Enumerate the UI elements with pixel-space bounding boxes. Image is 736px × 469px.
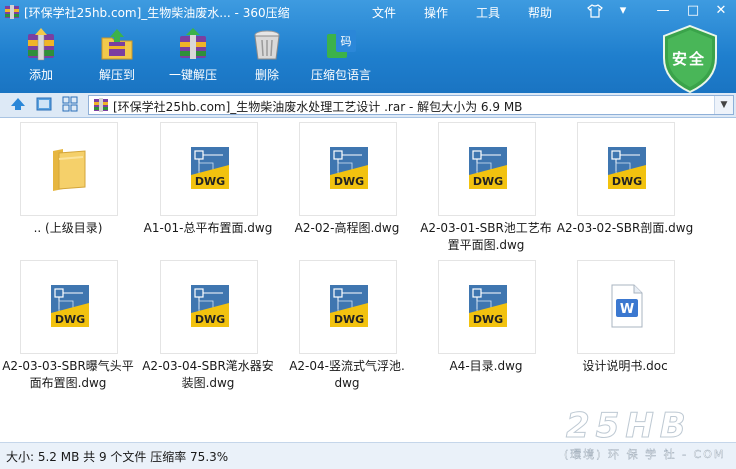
file-name: A2-02-高程图.dwg: [278, 220, 416, 237]
folder-icon: [53, 149, 86, 191]
chevron-down-icon[interactable]: ▼: [714, 96, 733, 114]
file-item[interactable]: DWG: [20, 260, 118, 354]
close-button[interactable]: ✕: [710, 2, 732, 20]
extract-to-button[interactable]: 解压到: [82, 28, 152, 90]
file-item[interactable]: DWG: [438, 260, 536, 354]
delete-trash-icon: [254, 30, 280, 60]
file-name-line: A2-03-01-SBR池工艺布: [420, 221, 552, 235]
archive-language-button[interactable]: 码 压缩包语言: [306, 28, 376, 90]
dwg-file-icon: DWG: [191, 285, 229, 327]
up-arrow-icon[interactable]: [10, 96, 26, 112]
dwg-badge: DWG: [473, 175, 503, 188]
file-item[interactable]: DWG: [577, 122, 675, 216]
title-bar: [环保学社25hb.com]_生物柴油废水... - 360压缩 文件 操作 工…: [0, 0, 736, 24]
menu-operation[interactable]: 操作: [424, 4, 448, 21]
dwg-badge: DWG: [473, 313, 503, 326]
app-icon: [5, 5, 19, 19]
file-name-line: A1-01-总平布置面.dwg: [143, 221, 273, 235]
archive-language-icon: 码: [327, 30, 356, 58]
file-name: A2-04-竖流式气浮池. dwg: [278, 358, 416, 392]
file-name-line: A4-目录.dwg: [449, 359, 523, 373]
add-label: 添加: [28, 68, 53, 82]
extract-to-label: 解压到: [98, 68, 135, 82]
file-item[interactable]: DWG: [299, 122, 397, 216]
file-name: A2-03-04-SBR滗水器安 装图.dwg: [139, 358, 277, 392]
dwg-badge: DWG: [334, 313, 364, 326]
dwg-file-icon: DWG: [469, 147, 507, 189]
watermark-big-text: 25HB: [566, 406, 692, 447]
file-item[interactable]: DWG: [160, 260, 258, 354]
dwg-file-icon: DWG: [330, 285, 368, 327]
archive-path: [环保学社25hb.com]_生物柴油废水处理工艺设计 .rar - 解包大小为…: [113, 100, 523, 114]
file-item[interactable]: DWG: [160, 122, 258, 216]
file-name-line: A2-03-03-SBR曝气头平: [2, 359, 134, 373]
window-title: [环保学社25hb.com]_生物柴油废水... - 360压缩: [24, 6, 290, 20]
word-document-icon: W: [611, 284, 643, 328]
dwg-badge: DWG: [195, 313, 225, 326]
delete-label: 删除: [254, 68, 279, 82]
dwg-file-icon: DWG: [51, 285, 89, 327]
file-name-line: A2-02-高程图.dwg: [294, 221, 400, 235]
file-name: 设计说明书.doc: [556, 358, 694, 375]
file-name-line: 面布置图.dwg: [29, 376, 107, 390]
add-button[interactable]: 添加: [6, 28, 76, 90]
file-name: A2-03-03-SBR曝气头平 面布置图.dwg: [0, 358, 137, 392]
skin-shirt-icon[interactable]: [584, 2, 606, 20]
dwg-badge: DWG: [55, 313, 85, 326]
add-archive-icon: [28, 28, 54, 61]
file-name: A2-03-01-SBR池工艺布 置平面图.dwg: [417, 220, 555, 254]
one-click-extract-icon: [180, 28, 206, 59]
menu-file[interactable]: 文件: [372, 4, 396, 21]
file-item[interactable]: DWG: [299, 260, 397, 354]
file-name-line: A2-03-02-SBR剖面.dwg: [556, 221, 694, 235]
dwg-file-icon: DWG: [608, 147, 646, 189]
file-name: .. (上级目录): [0, 220, 137, 237]
watermark-logo: 25HB (環境) 环 保 学 社 - COM: [560, 406, 736, 468]
dwg-badge: DWG: [195, 175, 225, 188]
menu-help[interactable]: 帮助: [528, 4, 552, 21]
dwg-file-icon: DWG: [330, 147, 368, 189]
file-name-line: A2-03-04-SBR滗水器安: [142, 359, 274, 373]
archive-language-label: 压缩包语言: [310, 68, 371, 82]
file-item[interactable]: W: [577, 260, 675, 354]
top-panel: [环保学社25hb.com]_生物柴油废水... - 360压缩 文件 操作 工…: [0, 0, 736, 94]
menu-dropdown-button[interactable]: ▾: [612, 2, 634, 20]
delete-button[interactable]: 删除: [232, 28, 302, 90]
small-icon-view-icon[interactable]: [62, 96, 78, 112]
security-label: 安全: [672, 50, 707, 68]
file-name: A4-目录.dwg: [417, 358, 555, 375]
file-name-line: 装图.dwg: [181, 376, 235, 390]
extract-to-icon: [101, 29, 133, 60]
path-combobox[interactable]: [环保学社25hb.com]_生物柴油废水处理工艺设计 .rar - 解包大小为…: [88, 95, 734, 115]
file-name: A2-03-02-SBR剖面.dwg: [556, 220, 694, 237]
file-name-line: dwg: [334, 376, 360, 390]
file-name-line: .. (上级目录): [33, 221, 103, 235]
one-click-extract-button[interactable]: 一键解压: [158, 28, 228, 90]
address-bar: [环保学社25hb.com]_生物柴油废水处理工艺设计 .rar - 解包大小为…: [0, 93, 736, 118]
file-list: .. (上级目录) DWG A1-01-总平布置面.dwg DWG A2-02-高程图.…: [0, 118, 736, 442]
svg-text:码: 码: [341, 35, 352, 48]
dwg-badge: DWG: [334, 175, 364, 188]
maximize-button[interactable]: □: [682, 2, 704, 20]
file-name-line: A2-04-竖流式气浮池.: [289, 359, 405, 373]
file-name: A1-01-总平布置面.dwg: [139, 220, 277, 237]
file-item[interactable]: DWG: [438, 122, 536, 216]
menu-tools[interactable]: 工具: [476, 4, 500, 21]
dwg-file-icon: DWG: [191, 147, 229, 189]
large-icon-view-icon[interactable]: [36, 96, 52, 112]
doc-badge: W: [620, 302, 634, 317]
dwg-badge: DWG: [612, 175, 642, 188]
archive-file-icon: [94, 98, 108, 112]
file-name-line: 置平面图.dwg: [447, 238, 525, 252]
file-name-line: 设计说明书.doc: [582, 359, 668, 373]
file-item[interactable]: [20, 122, 118, 216]
dwg-file-icon: DWG: [469, 285, 507, 327]
status-text: 大小: 5.2 MB 共 9 个文件 压缩率 75.3%: [6, 450, 229, 464]
watermark-small-text: (環境) 环 保 学 社 - COM: [564, 448, 726, 461]
one-click-extract-label: 一键解压: [168, 68, 217, 82]
minimize-button[interactable]: —: [652, 2, 674, 20]
